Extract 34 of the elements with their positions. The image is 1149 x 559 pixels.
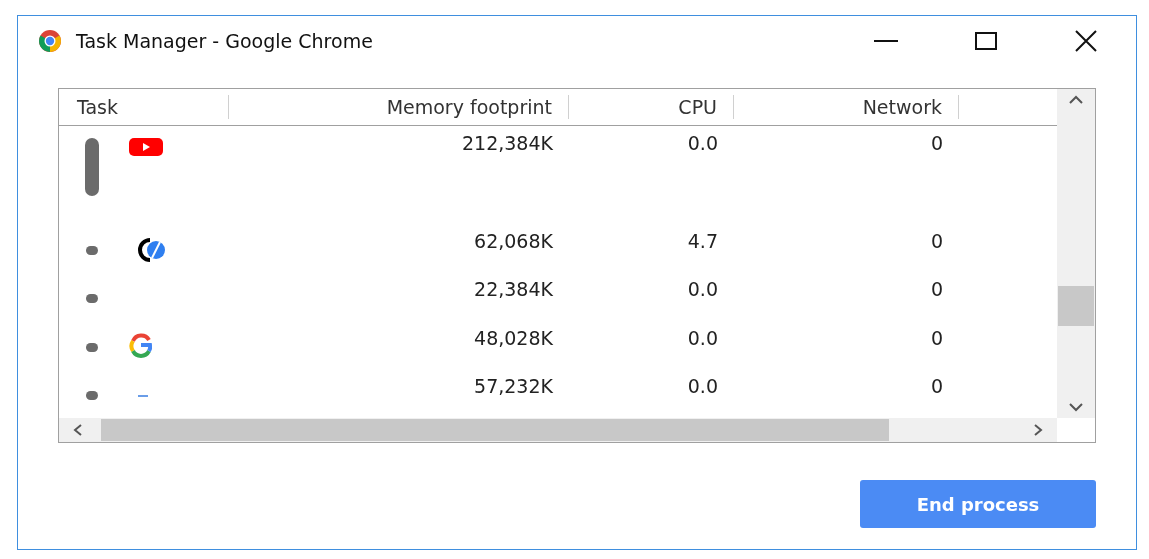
scroll-down-icon[interactable] [1068, 402, 1084, 412]
cpu-cell-text: 4.7 [687, 228, 719, 252]
column-header[interactable]: Network [734, 95, 959, 119]
cpu-cell-text: 0.0 [687, 374, 719, 398]
memory-cell-text: 48,028K [474, 325, 554, 349]
network-cell-text: 0 [930, 130, 944, 154]
column-header[interactable]: CPU [569, 95, 734, 119]
horizontal-scrollbar[interactable] [59, 418, 1057, 442]
column-header[interactable]: Task [59, 95, 229, 119]
scroll-thumb[interactable] [101, 419, 889, 441]
scroll-thumb[interactable] [1058, 286, 1094, 326]
memory-cell-text: 57,232K [474, 374, 554, 398]
cpu-cell-text: 0.0 [687, 325, 719, 349]
vertical-scrollbar[interactable] [1057, 89, 1095, 418]
network-cell-text: 0 [930, 325, 944, 349]
column-header[interactable]: Memory footprint [229, 95, 569, 119]
memory-cell-text: 212,384K [461, 130, 554, 154]
minimize-icon [874, 40, 898, 42]
network-cell-text: 0 [930, 277, 944, 301]
close-icon [1074, 29, 1098, 53]
window-title: Task Manager - Google Chrome [76, 30, 374, 52]
video-play-icon [129, 137, 163, 156]
maximize-icon [975, 32, 997, 50]
memory-cell-text: 22,384K [474, 277, 554, 301]
google-g-icon [128, 332, 154, 359]
network-cell-text: 0 [930, 374, 944, 398]
scroll-up-icon[interactable] [1068, 95, 1084, 105]
cpu-cell-text: 0.0 [687, 130, 719, 154]
browser-logo-icon [38, 29, 62, 53]
memory-cell-text: 62,068K [474, 228, 554, 252]
cpu-cell-text: 0.0 [687, 277, 719, 301]
group-bar [85, 137, 99, 196]
dash-icon [138, 395, 148, 398]
network-cell-text: 0 [930, 228, 944, 252]
